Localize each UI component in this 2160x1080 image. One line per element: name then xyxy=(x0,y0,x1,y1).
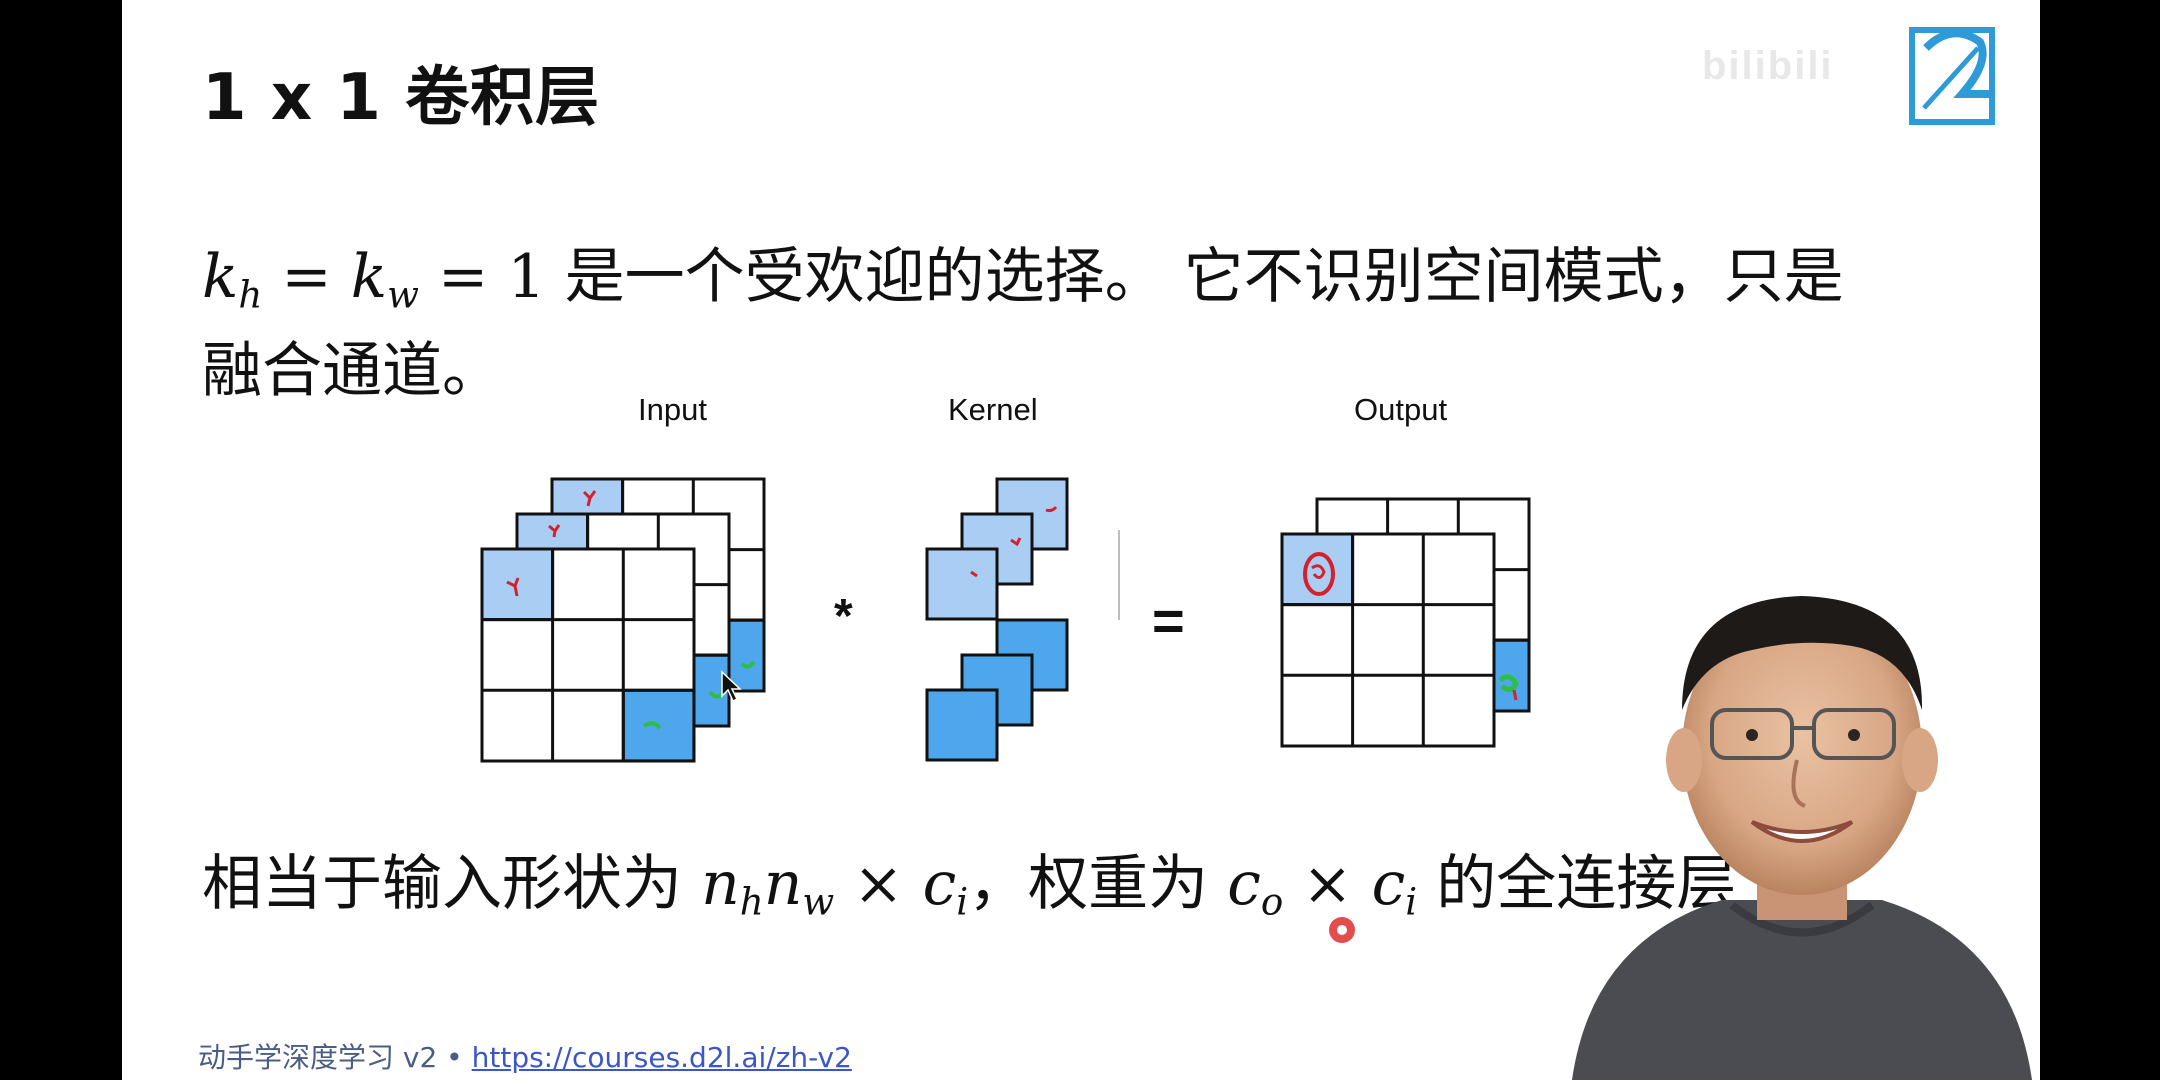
kernel-light-stack xyxy=(925,477,1069,621)
presenter-webcam xyxy=(1572,596,2032,1080)
input-label: Input xyxy=(638,392,707,427)
output-label: Output xyxy=(1354,392,1447,427)
input-grid-front xyxy=(480,547,696,763)
equals-operator: = xyxy=(1152,589,1185,652)
kernel-dark-stack xyxy=(925,618,1069,762)
kernel-label: Kernel xyxy=(948,392,1038,427)
ink-mark-red xyxy=(1512,689,1518,701)
slide: 1 x 1 卷积层 kh = kw = 1 是一个受欢迎的选择。 它不识别空间模… xyxy=(122,0,2040,1080)
d2l-logo-icon xyxy=(1909,27,1995,125)
bilibili-watermark: bilibili xyxy=(1702,44,1834,88)
multiply-operator: * xyxy=(834,590,853,643)
